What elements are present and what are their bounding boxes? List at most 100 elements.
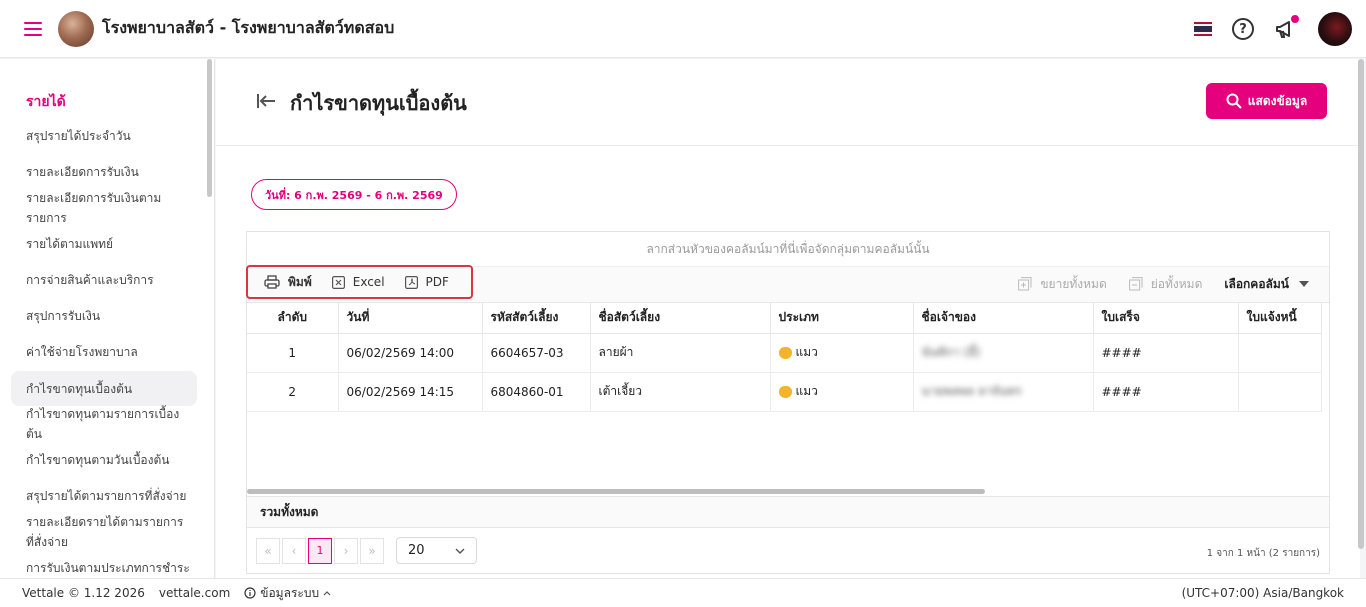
cell-date: 06/02/2569 14:15 [338,372,483,412]
sidebar-item-payment-details-by-item[interactable]: รายละเอียดการรับเงินตามรายการ [26,188,191,228]
sidebar-item-payment-by-type[interactable]: การรับเงินตามประเภทการชำระ [26,558,191,578]
horizontal-scrollbar[interactable] [247,489,985,494]
sidebar-item-goods-services[interactable]: การจ่ายสินค้าและบริการ [26,270,191,290]
cat-icon [778,346,792,359]
timezone-text: (UTC+07:00) Asia/Bangkok [1181,586,1344,600]
collapse-icon [1128,277,1143,291]
next-page-button[interactable]: › [334,537,358,564]
thai-flag-icon[interactable] [1194,22,1212,36]
sidebar-item-profit-loss-by-day[interactable]: กำไรขาดทุนตามวันเบื้องต้น [26,450,191,470]
cell-invoice [1238,372,1322,412]
expand-icon [1018,277,1032,291]
sidebar-item-profit-loss-by-item[interactable]: กำไรขาดทุนตามรายการเบื้องต้น [26,404,191,444]
top-bar: โรงพยาบาลสัตว์ - โรงพยาบาลสัตว์ทดสอบ ? [0,0,1366,58]
column-header-date[interactable]: วันที่ [338,303,483,334]
printer-icon [264,275,280,289]
help-icon[interactable]: ? [1232,18,1254,40]
app-title: โรงพยาบาลสัตว์ - โรงพยาบาลสัตว์ทดสอบ [102,18,395,37]
collapse-back-icon[interactable] [256,93,276,109]
sidebar-item-income-details-by-order[interactable]: รายละเอียดรายได้ตามรายการที่สั่งจ่าย [26,512,191,552]
cell-pet-code: 6804860-01 [482,372,591,412]
user-avatar[interactable] [1318,12,1352,46]
cell-receipt: #### [1093,372,1239,412]
column-header-owner[interactable]: ชื่อเจ้าของ [913,303,1094,334]
sidebar-item-hospital-expenses[interactable]: ค่าใช้จ่ายโรงพยาบาล [26,342,191,362]
show-data-button[interactable]: แสดงข้อมูล [1206,83,1327,119]
info-icon [244,587,256,599]
search-icon [1226,93,1242,109]
page-number-button[interactable]: 1 [308,537,332,564]
cell-invoice [1238,333,1322,373]
data-grid: ลากส่วนหัวของคอลัมน์มาที่นี่เพื่อจัดกลุ่… [246,231,1330,574]
footer-left: Vettale © 1.12 2026 vettale.com ข้อมูลระ… [22,584,331,603]
table-row[interactable]: 1 06/02/2569 14:00 6604657-03 ลายผ้า แมว… [247,333,1322,373]
sidebar-item-profit-loss[interactable]: กำไรขาดทุนเบื้องต้น [11,371,197,406]
cell-pet-name: ลายผ้า [590,333,771,373]
sidebar-item-payment-summary[interactable]: สรุปการรับเงิน [26,306,191,326]
sidebar-scrollbar[interactable] [207,59,212,197]
system-info-button[interactable]: ข้อมูลระบบ [244,584,331,603]
cell-date: 06/02/2569 14:00 [338,333,483,373]
type-label: แมว [795,384,818,398]
chevron-up-icon [323,590,331,595]
cell-pet-code: 6604657-03 [482,333,591,373]
excel-icon [331,275,345,289]
excel-label: Excel [352,275,385,289]
first-page-button[interactable]: « [256,537,280,564]
cell-no: 1 [247,333,339,373]
table-header-row: ลำดับ วันที่ รหัสสัตว์เลี้ยง ชื่อสัตว์เล… [247,303,1322,334]
owner-name-blurred: นายพลพล ลาจันทร [921,384,1022,398]
site-link[interactable]: vettale.com [159,586,230,600]
sidebar-item-income-by-doctor[interactable]: รายได้ตามแพทย์ [26,234,191,254]
pdf-icon [404,275,418,289]
page-header: กำไรขาดทุนเบื้องต้น แสดงข้อมูล [216,59,1360,146]
cat-icon [778,385,792,398]
column-chooser-label: เลือกคอลัมน์ [1224,276,1289,291]
pagination: « ‹ 1 › » 20 [256,537,477,564]
column-header-pet-code[interactable]: รหัสสัตว์เลี้ยง [482,303,591,334]
table-row[interactable]: 2 06/02/2569 14:15 6804860-01 เต้าเจี้ยว… [247,372,1322,412]
print-label: พิมพ์ [288,274,312,289]
collapse-all-label: ย่อทั้งหมด [1150,276,1203,291]
print-button[interactable]: พิมพ์ [264,273,312,292]
main-content: กำไรขาดทุนเบื้องต้น แสดงข้อมูล วันที่: 6… [216,59,1360,578]
expand-all-label: ขยายทั้งหมด [1040,276,1107,291]
system-info-label: ข้อมูลระบบ [260,585,320,600]
notification-dot [1291,15,1299,23]
announcement-icon[interactable] [1274,15,1299,40]
cell-pet-name: เต้าเจี้ยว [590,372,771,412]
export-group: พิมพ์ Excel PDF [246,265,473,299]
date-range-chip[interactable]: วันที่: 6 ก.พ. 2569 - 6 ก.พ. 2569 [251,179,457,210]
column-header-no[interactable]: ลำดับ [247,303,339,334]
menu-icon[interactable] [24,21,42,36]
footer: Vettale © 1.12 2026 vettale.com ข้อมูลระ… [0,578,1366,607]
pdf-button[interactable]: PDF [404,275,449,289]
top-right-actions: ? [1194,12,1352,46]
caret-down-icon [1299,281,1309,287]
toolbar-right: ขยายทั้งหมด ย่อทั้งหมด เลือกคอลัมน์ [1018,267,1309,301]
cell-type: แมว [770,372,914,412]
page-size-select[interactable]: 20 [396,537,477,564]
sidebar-item-payment-details[interactable]: รายละเอียดการรับเงิน [26,162,191,182]
column-chooser[interactable]: เลือกคอลัมน์ [1224,275,1309,294]
show-data-label: แสดงข้อมูล [1247,93,1308,108]
column-header-pet-name[interactable]: ชื่อสัตว์เลี้ยง [590,303,771,334]
cell-owner: นายพลพล ลาจันทร [913,372,1094,412]
summary-row: รวมทั้งหมด [247,496,1329,528]
pdf-label: PDF [425,275,449,289]
column-header-receipt[interactable]: ใบเสร็จ [1093,303,1239,334]
prev-page-button[interactable]: ‹ [282,537,306,564]
sidebar-item-income-by-order[interactable]: สรุปรายได้ตามรายการที่สั่งจ่าย [26,486,191,506]
profit-loss-table: ลำดับ วันที่ รหัสสัตว์เลี้ยง ชื่อสัตว์เล… [247,303,1322,412]
sidebar: รายได้ สรุปรายได้ประจำวัน รายละเอียดการร… [0,59,215,578]
collapse-all-button[interactable]: ย่อทั้งหมด [1128,275,1203,294]
main-scrollbar[interactable] [1358,59,1364,549]
expand-all-button[interactable]: ขยายทั้งหมด [1018,275,1107,294]
excel-button[interactable]: Excel [331,275,385,289]
sidebar-item-daily-income[interactable]: สรุปรายได้ประจำวัน [26,126,191,146]
column-header-invoice[interactable]: ใบแจ้งหนี้ [1238,303,1322,334]
page-title: กำไรขาดทุนเบื้องต้น [290,91,467,115]
group-panel[interactable]: ลากส่วนหัวของคอลัมน์มาที่นี่เพื่อจัดกลุ่… [247,232,1329,267]
column-header-type[interactable]: ประเภท [770,303,914,334]
last-page-button[interactable]: » [360,537,384,564]
